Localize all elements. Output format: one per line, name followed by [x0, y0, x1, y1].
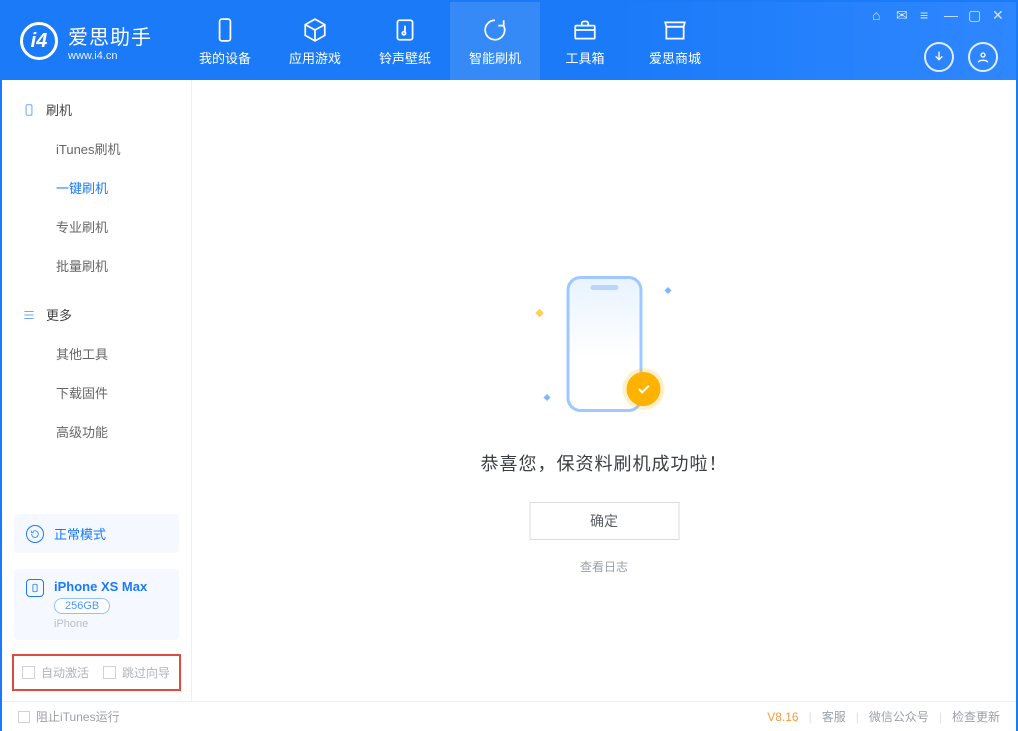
tshirt-icon[interactable]: ⌂ — [872, 8, 886, 22]
footer-link-support[interactable]: 客服 — [822, 708, 846, 725]
device-mode-label: 正常模式 — [54, 524, 106, 543]
checkbox-label: 阻止iTunes运行 — [36, 708, 120, 725]
success-illustration — [534, 270, 674, 420]
group-title: 刷机 — [46, 100, 72, 119]
device-capacity: 256GB — [54, 598, 110, 614]
music-file-icon — [391, 16, 419, 44]
checkbox-label: 自动激活 — [41, 664, 89, 681]
flash-options-highlight: 自动激活 跳过向导 — [12, 654, 181, 691]
success-check-icon — [626, 372, 660, 406]
view-log-link[interactable]: 查看日志 — [580, 558, 628, 575]
sidebar-item-batch-flash[interactable]: 批量刷机 — [2, 246, 191, 285]
sidebar-item-download-firmware[interactable]: 下载固件 — [2, 373, 191, 412]
auto-activate-checkbox[interactable]: 自动激活 — [22, 664, 89, 681]
status-bar: 阻止iTunes运行 V8.16 | 客服 | 微信公众号 | 检查更新 — [2, 701, 1016, 731]
block-itunes-checkbox[interactable]: 阻止iTunes运行 — [18, 708, 120, 725]
sidebar-item-advanced[interactable]: 高级功能 — [2, 412, 191, 451]
nav-ringtone-wallpaper[interactable]: 铃声壁纸 — [360, 2, 450, 80]
feedback-icon[interactable]: ✉ — [896, 8, 910, 22]
logo-icon: i4 — [20, 22, 58, 60]
device-icon — [22, 103, 36, 117]
list-icon — [22, 308, 36, 322]
minimize-button[interactable]: — — [944, 8, 958, 22]
nav-label: 爱思商城 — [649, 48, 701, 67]
maximize-button[interactable]: ▢ — [968, 8, 982, 22]
checkbox-icon — [18, 711, 30, 723]
top-nav: 我的设备 应用游戏 铃声壁纸 智能刷机 工具箱 爱思商城 — [180, 2, 720, 80]
footer-link-wechat[interactable]: 微信公众号 — [869, 708, 929, 725]
skip-wizard-checkbox[interactable]: 跳过向导 — [103, 664, 170, 681]
group-title: 更多 — [46, 305, 72, 324]
success-message: 恭喜您，保资料刷机成功啦！ — [481, 450, 728, 476]
app-logo: i4 爱思助手 www.i4.cn — [2, 2, 170, 80]
close-button[interactable]: ✕ — [992, 8, 1006, 22]
nav-smart-flash[interactable]: 智能刷机 — [450, 2, 540, 80]
device-mode-box[interactable]: 正常模式 — [14, 514, 179, 553]
phone-icon — [211, 16, 239, 44]
nav-label: 铃声壁纸 — [379, 48, 431, 67]
checkbox-icon — [22, 666, 35, 679]
nav-label: 我的设备 — [199, 48, 251, 67]
device-info-box[interactable]: iPhone XS Max 256GB iPhone — [14, 569, 179, 640]
confirm-button[interactable]: 确定 — [529, 502, 679, 540]
download-button[interactable] — [924, 42, 954, 72]
sidebar-item-pro-flash[interactable]: 专业刷机 — [2, 207, 191, 246]
window-controls: ⌂ ✉ ≡ — ▢ ✕ — [872, 8, 1006, 22]
device-icon — [26, 579, 44, 597]
sidebar-group-flash: 刷机 — [2, 94, 191, 125]
menu-icon[interactable]: ≡ — [920, 8, 934, 22]
toolbox-icon — [571, 16, 599, 44]
checkbox-label: 跳过向导 — [122, 664, 170, 681]
checkbox-icon — [103, 666, 116, 679]
header-actions — [924, 42, 998, 72]
nav-apps-games[interactable]: 应用游戏 — [270, 2, 360, 80]
cube-icon — [301, 16, 329, 44]
store-icon — [661, 16, 689, 44]
mode-icon — [26, 525, 44, 543]
sidebar-item-oneclick-flash[interactable]: 一键刷机 — [2, 168, 191, 207]
sidebar-group-more: 更多 — [2, 299, 191, 330]
app-title: 爱思助手 — [68, 21, 152, 50]
app-url: www.i4.cn — [68, 50, 152, 62]
nav-toolbox[interactable]: 工具箱 — [540, 2, 630, 80]
sidebar-item-other-tools[interactable]: 其他工具 — [2, 334, 191, 373]
main-content: 恭喜您，保资料刷机成功啦！ 确定 查看日志 — [192, 80, 1016, 701]
nav-label: 应用游戏 — [289, 48, 341, 67]
nav-store[interactable]: 爱思商城 — [630, 2, 720, 80]
nav-label: 智能刷机 — [469, 48, 521, 67]
nav-my-device[interactable]: 我的设备 — [180, 2, 270, 80]
footer-link-update[interactable]: 检查更新 — [952, 708, 1000, 725]
sidebar-item-itunes-flash[interactable]: iTunes刷机 — [2, 129, 191, 168]
device-name: iPhone XS Max — [54, 579, 147, 594]
app-header: i4 爱思助手 www.i4.cn 我的设备 应用游戏 铃声壁纸 智能刷机 工具… — [2, 2, 1016, 80]
refresh-shield-icon — [481, 16, 509, 44]
sidebar: 刷机 iTunes刷机 一键刷机 专业刷机 批量刷机 更多 其他工具 下载固件 … — [2, 80, 192, 701]
nav-label: 工具箱 — [565, 48, 604, 67]
device-type: iPhone — [54, 618, 147, 630]
account-button[interactable] — [968, 42, 998, 72]
version-label: V8.16 — [767, 710, 798, 724]
